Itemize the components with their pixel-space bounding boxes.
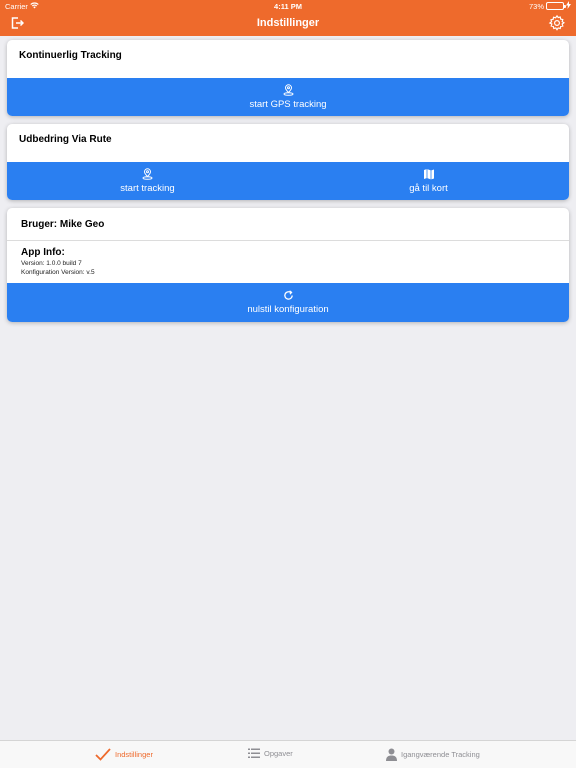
route-card-actions: start tracking gå til kort [7, 162, 569, 200]
tab-ongoing-tracking[interactable]: Igangværende Tracking [386, 748, 480, 761]
refresh-icon [283, 290, 293, 300]
start-gps-tracking-label: start GPS tracking [249, 99, 327, 110]
start-tracking-button[interactable]: start tracking [7, 162, 288, 200]
gear-icon[interactable] [548, 14, 566, 32]
page-title: Indstillinger [256, 17, 320, 29]
go-to-map-button[interactable]: gå til kort [288, 162, 569, 200]
status-bar: Carrier 4:11 PM 73% [0, 0, 576, 12]
user-card-divider [7, 240, 569, 241]
tab-ongoing-tracking-label: Igangværende Tracking [401, 750, 480, 759]
tab-bar: Indstillinger Opgaver Igangværende Track… [0, 740, 576, 768]
route-card: Udbedring Via Rute start tracking gå til… [7, 124, 569, 200]
battery-percent: 73% [528, 1, 544, 11]
list-icon [248, 748, 260, 758]
tab-settings[interactable]: Indstillinger [95, 748, 153, 761]
app-info-heading: App Info: [21, 247, 65, 258]
checkmark-icon [95, 748, 111, 761]
app-version: Version: 1.0.0 build 7 [21, 260, 82, 267]
reset-configuration-button[interactable]: nulstil konfiguration [7, 283, 569, 322]
start-tracking-label: start tracking [120, 183, 175, 194]
person-icon [386, 748, 397, 761]
start-gps-tracking-button[interactable]: start GPS tracking [7, 78, 569, 116]
charging-icon [566, 1, 571, 11]
route-card-title: Udbedring Via Rute [19, 134, 112, 145]
user-name: Bruger: Mike Geo [21, 219, 105, 230]
tracking-card-title: Kontinuerlig Tracking [19, 50, 122, 61]
user-card: Bruger: Mike Geo App Info: Version: 1.0.… [7, 208, 569, 322]
go-to-map-label: gå til kort [409, 183, 448, 194]
tab-settings-label: Indstillinger [115, 750, 153, 759]
battery-indicator: 73% [529, 1, 571, 11]
config-version: Konfiguration Version: v.5 [21, 269, 95, 276]
battery-icon [546, 2, 566, 10]
tracking-card: Kontinuerlig Tracking start GPS tracking [7, 40, 569, 116]
tab-tasks[interactable]: Opgaver [248, 748, 293, 759]
map-icon [423, 169, 434, 180]
tracking-card-actions: start GPS tracking [7, 78, 569, 116]
clock: 4:11 PM [274, 2, 302, 11]
tab-tasks-label: Opgaver [264, 749, 293, 758]
user-card-actions: nulstil konfiguration [7, 283, 569, 322]
location-pin-icon [283, 84, 293, 96]
top-bar: Carrier 4:11 PM 73% Indstillinger [0, 0, 576, 36]
reset-configuration-label: nulstil konfiguration [247, 304, 329, 315]
location-pin-icon [142, 168, 153, 180]
